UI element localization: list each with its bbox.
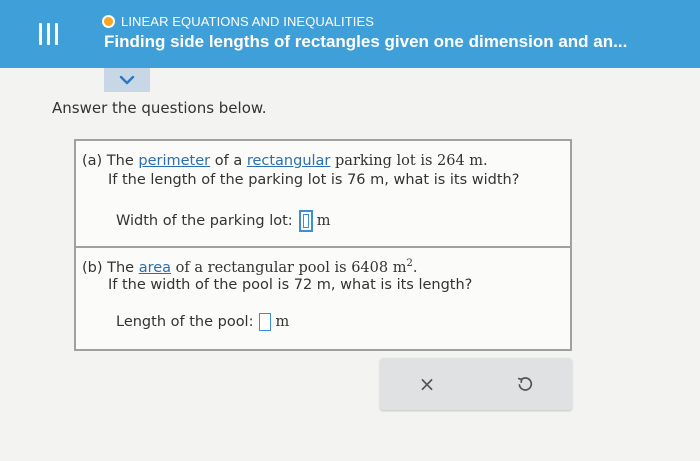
part-b: (b) The area of a rectangular pool is 64… bbox=[76, 248, 570, 349]
topic-label: LINEAR EQUATIONS AND INEQUALITIES bbox=[121, 14, 375, 29]
length-answer-label: Length of the pool: bbox=[116, 314, 254, 330]
clear-button[interactable]: × bbox=[392, 368, 462, 400]
page-title: Finding side lengths of rectangles given… bbox=[104, 32, 628, 51]
hamburger-menu-icon bbox=[38, 23, 58, 45]
part-a-line2: If the length of the parking lot is 76 m… bbox=[108, 172, 520, 188]
instructions-text: Answer the questions below. bbox=[52, 99, 267, 117]
area-link[interactable]: area bbox=[139, 260, 171, 276]
part-a-statement: parking lot is 264 m. bbox=[335, 153, 488, 169]
width-answer-input[interactable] bbox=[298, 210, 313, 232]
part-b-line2: If the width of the pool is 72 m, what i… bbox=[108, 277, 473, 293]
length-answer-input[interactable] bbox=[259, 313, 272, 331]
menu-button[interactable] bbox=[30, 16, 66, 52]
length-unit: m bbox=[275, 314, 290, 330]
status-dot-icon bbox=[102, 15, 115, 28]
question-box: (a) The perimeter of a rectangular parki… bbox=[74, 139, 572, 351]
width-answer-label: Width of the parking lot: bbox=[116, 213, 293, 229]
part-a: (a) The perimeter of a rectangular parki… bbox=[76, 141, 570, 248]
width-unit: m bbox=[316, 213, 331, 229]
part-b-period: . bbox=[412, 259, 418, 276]
part-a-label: (a) The bbox=[82, 153, 134, 169]
action-bar: × bbox=[380, 358, 572, 410]
part-a-answer-row: Width of the parking lot: m bbox=[116, 210, 330, 232]
part-a-line1: (a) The perimeter of a rectangular parki… bbox=[82, 153, 488, 169]
undo-button[interactable] bbox=[490, 368, 560, 400]
topic-row: LINEAR EQUATIONS AND INEQUALITIES bbox=[102, 14, 374, 29]
part-b-statement: of a rectangular pool is 6408 m bbox=[175, 259, 407, 276]
part-b-line1: (b) The area of a rectangular pool is 64… bbox=[82, 258, 417, 276]
perimeter-link[interactable]: perimeter bbox=[138, 153, 210, 169]
part-b-answer-row: Length of the pool: m bbox=[116, 313, 289, 331]
chevron-down-icon bbox=[119, 75, 135, 85]
top-bar: LINEAR EQUATIONS AND INEQUALITIES Findin… bbox=[0, 0, 700, 68]
rectangular-link[interactable]: rectangular bbox=[247, 153, 331, 169]
collapse-toggle-button[interactable] bbox=[104, 68, 150, 92]
part-a-text: of a bbox=[214, 153, 243, 169]
part-b-label: (b) The bbox=[82, 259, 135, 276]
close-icon: × bbox=[418, 372, 436, 396]
undo-icon bbox=[517, 377, 533, 391]
